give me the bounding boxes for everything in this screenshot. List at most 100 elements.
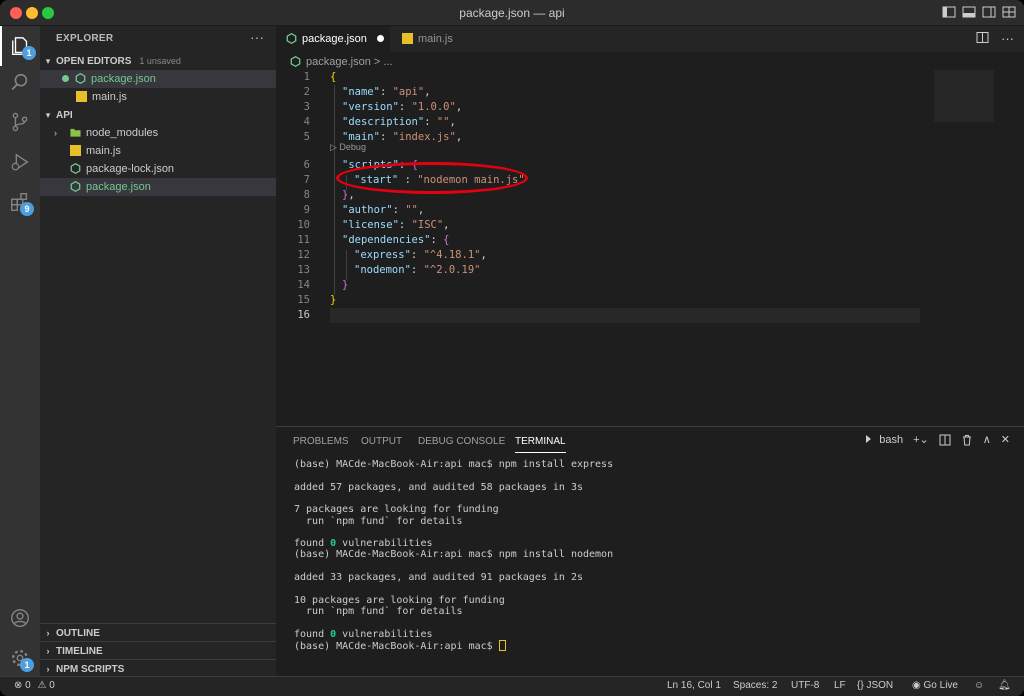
code-line: 4 "description": "",: [303, 116, 456, 128]
toggle-secondary-sidebar-icon[interactable]: [982, 5, 996, 19]
source-control-activity[interactable]: [0, 102, 40, 142]
open-editor-main-js[interactable]: main.js: [40, 88, 276, 106]
section-label: NPM SCRIPTS: [56, 664, 125, 675]
api-folder-section[interactable]: ▾ API: [40, 106, 276, 124]
folder-icon: [70, 128, 81, 137]
vscode-window: package.json — api 1 9 1 EXPLORER ··· ▾ …: [0, 0, 1024, 696]
terminal-line: added 57 packages, and audited 58 packag…: [294, 481, 583, 493]
unsaved-dot-icon[interactable]: [376, 35, 384, 42]
code-line-current: 16: [276, 308, 926, 323]
chevron-down-icon: ▾: [45, 56, 51, 66]
terminal-shell-selector[interactable]: bash: [865, 434, 903, 446]
end-of-line[interactable]: LF: [834, 680, 846, 691]
terminal-actions: bash +⌄ ∧ ✕: [865, 433, 1010, 446]
terminal-line: run `npm fund` for details: [294, 515, 463, 527]
encoding[interactable]: UTF-8: [791, 680, 819, 691]
tab-problems[interactable]: PROBLEMS: [293, 435, 349, 453]
trash-icon[interactable]: [961, 434, 973, 446]
section-label: OUTLINE: [56, 628, 100, 639]
search-activity[interactable]: [0, 62, 40, 102]
extensions-badge: 9: [20, 202, 34, 216]
tree-item-node-modules[interactable]: › node_modules: [40, 124, 276, 142]
tab-output[interactable]: OUTPUT: [361, 435, 402, 453]
tab-main-js[interactable]: main.js: [392, 26, 462, 52]
tree-item-label: node_modules: [86, 127, 159, 139]
json-file-icon: [290, 56, 301, 67]
outline-section[interactable]: › OUTLINE: [40, 623, 276, 641]
code-line: 2 "name": "api",: [303, 86, 431, 98]
tree-item-package-lock-json[interactable]: package-lock.json: [40, 160, 276, 178]
customize-layout-icon[interactable]: [1002, 5, 1016, 19]
settings-badge: 1: [20, 658, 34, 672]
terminal-line: added 33 packages, and audited 91 packag…: [294, 572, 583, 583]
feedback-icon[interactable]: ☺: [974, 680, 984, 691]
terminal-line: found 0 vulnerabilities: [294, 628, 433, 640]
indentation[interactable]: Spaces: 2: [733, 680, 777, 691]
debug-code-lens[interactable]: ▷ Debug: [330, 142, 366, 153]
accounts-activity[interactable]: [0, 598, 40, 638]
new-terminal-icon[interactable]: +⌄: [913, 433, 929, 446]
js-file-icon: [76, 91, 87, 102]
problems-status[interactable]: ⊗ 0 ⚠ 0: [14, 680, 55, 691]
code-line: 11 "dependencies": {: [297, 234, 450, 246]
chevron-right-icon: ›: [46, 646, 50, 656]
code-line: 3 "version": "1.0.0",: [303, 101, 463, 113]
json-file-icon: [75, 73, 86, 84]
open-editors-section[interactable]: ▾ OPEN EDITORS 1 unsaved: [40, 52, 276, 70]
timeline-section[interactable]: › TIMELINE: [40, 641, 276, 659]
current-line-highlight: [330, 308, 920, 323]
breadcrumb[interactable]: package.json > ...: [290, 54, 393, 70]
more-actions-icon[interactable]: ···: [1001, 31, 1014, 46]
tree-item-label: main.js: [86, 145, 121, 157]
terminal-icon: [866, 434, 872, 443]
terminal-line: 7 packages are looking for funding: [294, 504, 499, 516]
close-panel-icon[interactable]: ✕: [1001, 433, 1010, 446]
language-mode[interactable]: {} JSON: [857, 680, 893, 691]
search-icon: [11, 73, 28, 90]
toggle-panel-icon[interactable]: [962, 5, 976, 19]
run-debug-icon: [11, 153, 29, 171]
broadcast-icon: ◉: [912, 680, 921, 691]
npm-scripts-section[interactable]: › NPM SCRIPTS: [40, 659, 276, 677]
tab-label: package.json: [302, 33, 367, 45]
bell-icon[interactable]: 🔔︎: [998, 680, 1011, 691]
js-file-icon: [402, 33, 413, 44]
json-file-icon: [70, 181, 81, 192]
terminal-line: (base) MACde-MacBook-Air:api mac$ npm in…: [294, 549, 614, 561]
open-editor-package-json[interactable]: package.json: [40, 70, 276, 88]
error-icon: ⊗: [14, 680, 23, 691]
code-line: 9 "author": "",: [303, 204, 425, 216]
minimap[interactable]: [934, 70, 994, 122]
manage-activity[interactable]: 1: [0, 638, 40, 678]
extensions-activity[interactable]: 9: [0, 182, 40, 222]
json-file-icon: [70, 163, 81, 174]
title-bar: package.json — api: [0, 0, 1024, 26]
chevron-down-icon: ▾: [45, 110, 51, 120]
json-file-icon: [286, 33, 297, 44]
window-title: package.json — api: [459, 6, 565, 20]
cursor-position[interactable]: Ln 16, Col 1: [667, 680, 721, 691]
open-editor-label: main.js: [92, 91, 127, 103]
braces-icon: {}: [857, 680, 864, 691]
explorer-header: EXPLORER: [56, 33, 114, 44]
toggle-sidebar-icon[interactable]: [942, 5, 956, 19]
tab-terminal[interactable]: TERMINAL: [515, 435, 566, 453]
split-editor-icon[interactable]: [976, 31, 989, 44]
maximize-panel-icon[interactable]: ∧: [983, 433, 991, 446]
tab-package-json[interactable]: package.json: [276, 26, 390, 52]
editor-area: package.json main.js ··· package.json > …: [276, 26, 1024, 426]
tree-item-main-js[interactable]: main.js: [40, 142, 276, 160]
run-debug-activity[interactable]: [0, 142, 40, 182]
section-label: TIMELINE: [56, 646, 103, 657]
activity-bar: 1 9 1: [0, 26, 40, 676]
more-actions-icon[interactable]: ···: [250, 29, 264, 45]
explorer-activity[interactable]: 1: [0, 26, 40, 66]
go-live-button[interactable]: ◉ Go Live: [912, 680, 958, 691]
split-terminal-icon[interactable]: [939, 434, 951, 446]
code-line: 13 "nodemon": "^2.0.19": [297, 264, 481, 276]
breadcrumb-text: package.json > ...: [306, 56, 393, 68]
tab-debug-console[interactable]: DEBUG CONSOLE: [418, 435, 505, 453]
terminal-cursor: [498, 639, 506, 651]
tree-item-package-json[interactable]: package.json: [40, 178, 276, 196]
tree-item-label: package.json: [86, 181, 151, 193]
